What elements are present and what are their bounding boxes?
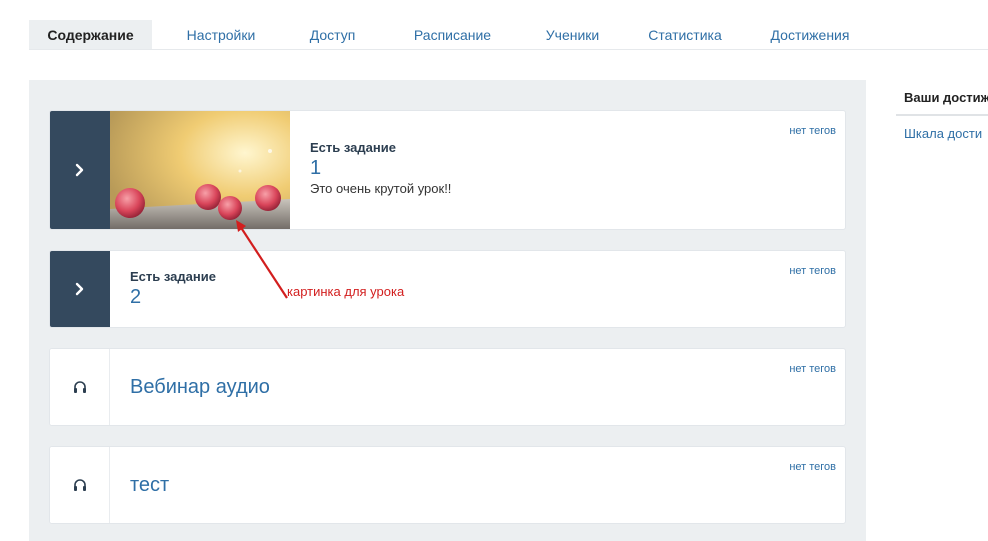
lesson-type-icon-area <box>50 447 110 523</box>
lesson-info: Есть задание 1 Это очень крутой урок!! <box>310 140 451 198</box>
tab-content[interactable]: Содержание <box>29 20 152 49</box>
tab-schedule[interactable]: Расписание <box>375 20 530 49</box>
lesson-type-label: Есть задание <box>310 140 396 155</box>
lesson-tags[interactable]: нет тегов <box>789 125 836 137</box>
lesson-description: Это очень крутой урок!! <box>310 181 452 196</box>
lessons-panel: Есть задание 1 Это очень крутой урок!! н… <box>29 80 866 541</box>
achievements-sidebar: Ваши достиж Шкала дости <box>896 80 988 141</box>
lesson-title[interactable]: тест <box>130 471 169 499</box>
lesson-number[interactable]: 2 <box>130 285 216 309</box>
tab-statistics[interactable]: Статистика <box>615 20 755 49</box>
headphones-icon <box>73 479 86 491</box>
lesson-card[interactable]: тест нет тегов <box>49 446 846 524</box>
page: Содержание Настройки Доступ Расписание У… <box>0 0 988 541</box>
tab-achievements[interactable]: Достижения <box>755 20 865 49</box>
raspberries-image <box>110 111 290 229</box>
chevron-right-icon <box>75 282 84 296</box>
annotation-label: картинка для урока <box>287 284 405 299</box>
lesson-type-icon-area <box>50 349 110 425</box>
lesson-title[interactable]: Вебинар аудио <box>130 373 270 401</box>
lesson-info: тест <box>130 471 169 499</box>
tab-bar: Содержание Настройки Доступ Расписание У… <box>29 20 988 50</box>
achievements-title: Ваши достиж <box>896 80 988 116</box>
lesson-tags[interactable]: нет тегов <box>789 265 836 277</box>
lesson-tags[interactable]: нет тегов <box>789 461 836 473</box>
lesson-card[interactable]: Есть задание 1 Это очень крутой урок!! н… <box>49 110 846 230</box>
tab-students[interactable]: Ученики <box>530 20 615 49</box>
lesson-expand-button[interactable] <box>50 111 110 229</box>
lesson-tags[interactable]: нет тегов <box>789 363 836 375</box>
lesson-expand-button[interactable] <box>50 251 110 327</box>
lesson-card[interactable]: Вебинар аудио нет тегов <box>49 348 846 426</box>
lesson-info: Вебинар аудио <box>130 373 270 401</box>
tab-access[interactable]: Доступ <box>290 20 375 49</box>
lesson-thumbnail <box>110 111 290 229</box>
lesson-number[interactable]: 1 <box>310 156 451 180</box>
tab-settings[interactable]: Настройки <box>152 20 290 49</box>
lesson-type-label: Есть задание <box>130 269 216 284</box>
headphones-icon <box>73 381 86 393</box>
lesson-card[interactable]: Есть задание 2 нет тегов <box>49 250 846 328</box>
lesson-info: Есть задание 2 <box>130 269 216 309</box>
achievements-scale-link[interactable]: Шкала дости <box>896 116 988 141</box>
chevron-right-icon <box>75 163 84 177</box>
